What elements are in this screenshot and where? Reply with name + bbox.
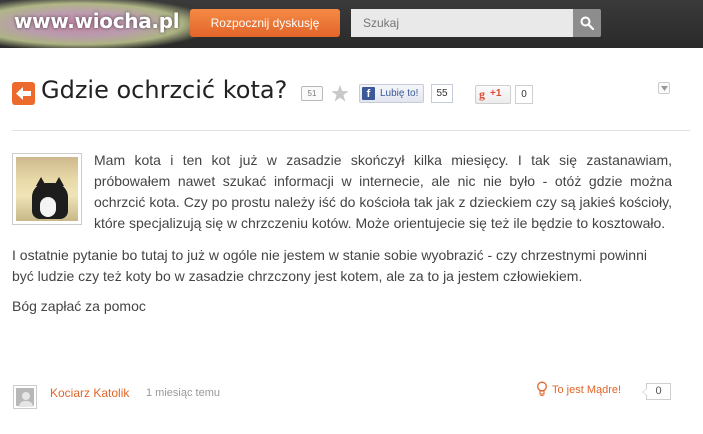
search-icon	[580, 16, 594, 30]
facebook-like-label: Lubię to!	[380, 88, 419, 99]
start-discussion-button[interactable]: Rozpocznij dyskusję	[190, 9, 340, 37]
avatar-shoulders	[19, 401, 33, 407]
comment-count-badge[interactable]: 51	[301, 86, 323, 101]
author-avatar[interactable]	[13, 385, 37, 409]
search-input[interactable]	[351, 9, 573, 37]
lightbulb-icon[interactable]	[536, 381, 548, 397]
facebook-icon: f	[362, 87, 375, 100]
facebook-like-button[interactable]: f Lubię to!	[359, 84, 424, 103]
post-content: Mam kota i ten kot już w zasadzie skończ…	[12, 150, 672, 326]
top-navigation-bar: www.wiocha.pl Rozpocznij dyskusję	[0, 0, 703, 48]
site-logo[interactable]: www.wiocha.pl	[14, 9, 180, 33]
author-link[interactable]: Kociarz Katolik	[50, 386, 129, 400]
google-plus-label: +1	[490, 88, 502, 99]
divider	[12, 130, 690, 131]
back-button[interactable]	[12, 82, 35, 105]
google-plus-icon: g	[479, 87, 485, 101]
google-plus-count: 0	[515, 85, 533, 104]
options-dropdown[interactable]	[658, 82, 670, 94]
post-paragraph: I ostatnie pytanie bo tutaj to już w ogó…	[12, 247, 647, 284]
post-paragraph: Bóg zapłać za pomoc	[12, 298, 146, 314]
post-time: 1 miesiąc temu	[146, 387, 220, 399]
post-paragraph: Mam kota i ten kot już w zasadzie skończ…	[94, 152, 672, 231]
search-button[interactable]	[573, 9, 601, 37]
back-arrow-icon	[16, 87, 31, 100]
wise-vote-count: 0	[642, 383, 671, 400]
facebook-like-count: 55	[431, 84, 453, 103]
avatar-spacer	[12, 150, 94, 234]
page-title: Gdzie ochrzcić kota?	[41, 76, 288, 104]
star-icon[interactable]	[331, 85, 349, 102]
avatar-head	[22, 392, 30, 400]
chevron-down-icon	[661, 86, 668, 91]
wise-vote-link[interactable]: To jest Mądre!	[552, 384, 621, 396]
google-plus-button[interactable]: g +1	[475, 85, 511, 104]
user-avatar-icon	[16, 388, 34, 407]
